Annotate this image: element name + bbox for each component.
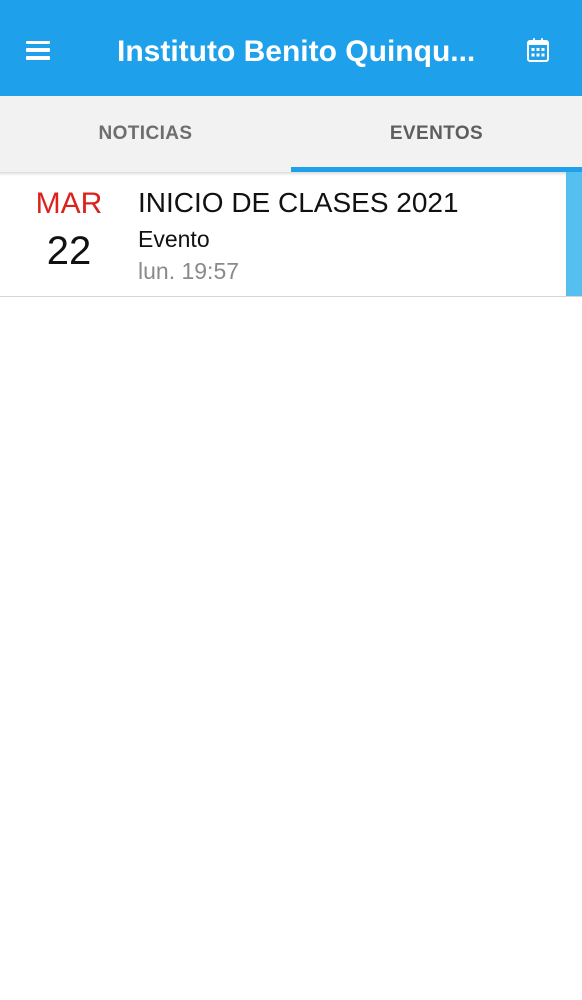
calendar-icon [527, 38, 549, 62]
tab-noticias-label: NOTICIAS [98, 123, 193, 144]
event-item-accent-bar [566, 172, 582, 296]
event-time: lun. 19:57 [138, 258, 240, 284]
event-date-day: 22 [46, 229, 92, 273]
tab-eventos-label: EVENTOS [389, 123, 484, 144]
calendar-button[interactable] [514, 26, 562, 74]
tab-eventos[interactable]: EVENTOS [291, 96, 582, 172]
tab-bar: NOTICIAS EVENTOS [0, 96, 582, 172]
menu-button[interactable] [14, 26, 62, 74]
event-date-month: MAR [35, 187, 103, 220]
app-bar-title: Instituto Benito Quinqu... [117, 35, 476, 68]
tab-noticias[interactable]: NOTICIAS [0, 96, 291, 172]
app-screen: Instituto Benito Quinqu... NOTICIAS EVEN… [0, 0, 582, 1000]
event-type: Evento [138, 226, 210, 252]
event-list-item[interactable]: MAR 22 INICIO DE CLASES 2021 Evento lun.… [0, 172, 582, 297]
app-bar: Instituto Benito Quinqu... [0, 0, 582, 96]
event-date: MAR 22 [20, 184, 118, 278]
hamburger-menu-icon [26, 40, 50, 60]
event-title: INICIO DE CLASES 2021 [138, 187, 459, 218]
